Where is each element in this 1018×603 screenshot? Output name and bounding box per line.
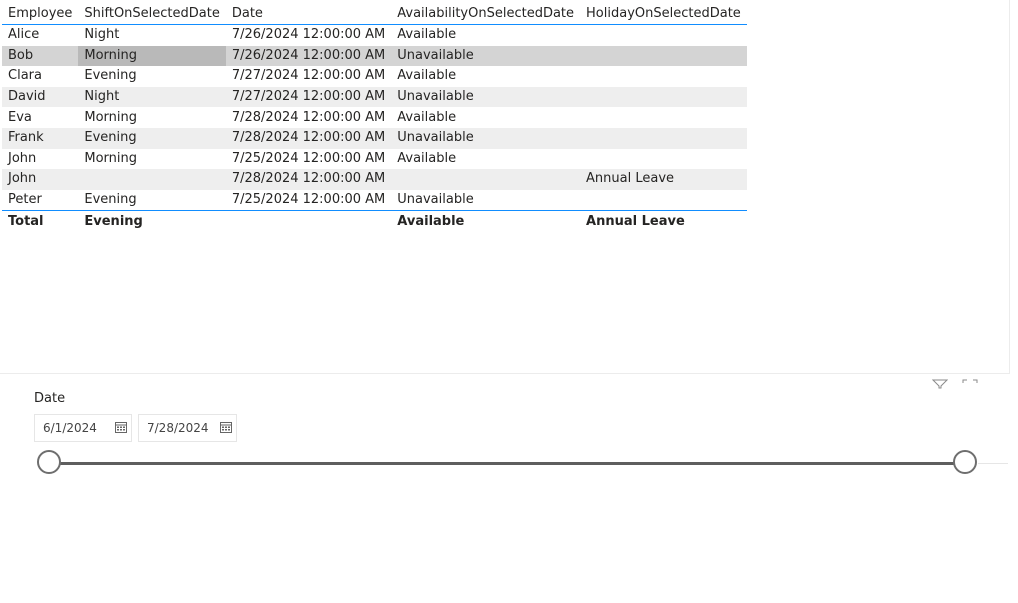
cell-shift: Morning [78, 45, 226, 67]
cell-employee: Eva [8, 109, 32, 125]
cell-holiday [580, 127, 747, 149]
cell-shift: Evening [78, 127, 226, 149]
cell-shift: Evening [84, 192, 137, 208]
total-holiday: Annual Leave [580, 210, 747, 233]
table-row[interactable]: John Morning 7/25/2024 12:00:00 AM Avail… [2, 149, 747, 170]
cell-shift: Night [84, 27, 120, 43]
total-date [225, 210, 392, 233]
cell-availability: Unavailable [391, 127, 581, 149]
cell-availability [391, 169, 581, 190]
cell-employee: John [2, 169, 79, 190]
table-row[interactable]: Bob Morning 7/26/2024 12:00:00 AM Unavai… [2, 45, 747, 67]
table-row[interactable]: Eva Morning 7/28/2024 12:00:00 AM Availa… [2, 107, 747, 128]
cell-availability: Available [397, 109, 457, 125]
cell-date: 7/27/2024 12:00:00 AM [225, 86, 392, 108]
cell-employee: John [8, 150, 37, 166]
header-shift[interactable]: ShiftOnSelectedDate [78, 3, 226, 25]
end-date-value: 7/28/2024 [147, 421, 209, 435]
cell-employee: Frank [2, 127, 79, 149]
slider-track-extension [978, 463, 1008, 464]
total-shift: Evening [78, 210, 226, 233]
header-date[interactable]: Date [225, 3, 392, 25]
cell-holiday [580, 66, 747, 87]
slider-end-handle[interactable] [953, 450, 977, 474]
table-row[interactable]: John 7/28/2024 12:00:00 AM Annual Leave [2, 169, 747, 190]
cell-availability: Available [397, 68, 457, 84]
calendar-icon[interactable] [115, 421, 127, 433]
cell-shift [78, 169, 226, 190]
cell-availability: Unavailable [391, 45, 581, 67]
cell-holiday [580, 190, 747, 211]
cell-shift: Morning [84, 150, 138, 166]
cell-employee: Peter [8, 192, 42, 208]
cell-employee: Clara [8, 68, 42, 84]
cell-employee: Alice [8, 27, 40, 43]
end-date-input[interactable]: 7/28/2024 [138, 414, 237, 442]
table-row[interactable]: David Night 7/27/2024 12:00:00 AM Unavai… [2, 86, 747, 108]
cell-holiday [580, 86, 747, 108]
cell-date: 7/27/2024 12:00:00 AM [231, 68, 386, 84]
cell-employee: Bob [2, 45, 79, 67]
cell-date: 7/28/2024 12:00:00 AM [225, 127, 392, 149]
cell-date: 7/28/2024 12:00:00 AM [231, 109, 386, 125]
cell-holiday [580, 107, 747, 128]
start-date-input[interactable]: 6/1/2024 [34, 414, 132, 442]
date-range-slider-track[interactable] [50, 462, 965, 465]
header-holiday[interactable]: HolidayOnSelectedDate [580, 3, 747, 25]
header-employee[interactable]: Employee [2, 3, 79, 25]
cell-holiday [580, 25, 747, 46]
cell-employee: David [2, 86, 79, 108]
cell-date: 7/25/2024 12:00:00 AM [231, 150, 386, 166]
cell-holiday [580, 149, 747, 170]
cell-date: 7/26/2024 12:00:00 AM [225, 45, 392, 67]
cell-availability: Available [397, 27, 457, 43]
header-availability[interactable]: AvailabilityOnSelectedDate [391, 3, 581, 25]
calendar-icon[interactable] [220, 421, 232, 433]
cell-availability: Unavailable [397, 192, 474, 208]
cell-holiday [580, 45, 747, 67]
total-label: Total [2, 210, 79, 233]
table-visual: Employee ShiftOnSelectedDate Date Availa… [0, 0, 1010, 374]
cell-holiday: Annual Leave [580, 169, 747, 190]
cell-shift: Night [78, 86, 226, 108]
table-row[interactable]: Alice Night 7/26/2024 12:00:00 AM Availa… [2, 25, 747, 46]
cell-shift: Evening [84, 68, 137, 84]
focus-mode-icon[interactable] [962, 379, 978, 389]
table-header-row: Employee ShiftOnSelectedDate Date Availa… [2, 3, 747, 25]
table-row[interactable]: Peter Evening 7/25/2024 12:00:00 AM Unav… [2, 190, 747, 211]
slider-start-handle[interactable] [37, 450, 61, 474]
total-row: Total Evening Available Annual Leave [2, 210, 747, 233]
cell-date: 7/25/2024 12:00:00 AM [231, 192, 386, 208]
cell-shift: Morning [84, 109, 138, 125]
start-date-value: 6/1/2024 [43, 421, 97, 435]
cell-date: 7/28/2024 12:00:00 AM [225, 169, 392, 190]
table-row[interactable]: Clara Evening 7/27/2024 12:00:00 AM Avai… [2, 66, 747, 87]
employee-table: Employee ShiftOnSelectedDate Date Availa… [2, 3, 747, 233]
total-availability: Available [391, 210, 581, 233]
cell-availability: Unavailable [391, 86, 581, 108]
cell-availability: Available [397, 150, 457, 166]
cell-date: 7/26/2024 12:00:00 AM [231, 27, 386, 43]
filter-icon[interactable] [932, 379, 948, 389]
slicer-title: Date [34, 391, 66, 406]
table-row[interactable]: Frank Evening 7/28/2024 12:00:00 AM Unav… [2, 127, 747, 149]
